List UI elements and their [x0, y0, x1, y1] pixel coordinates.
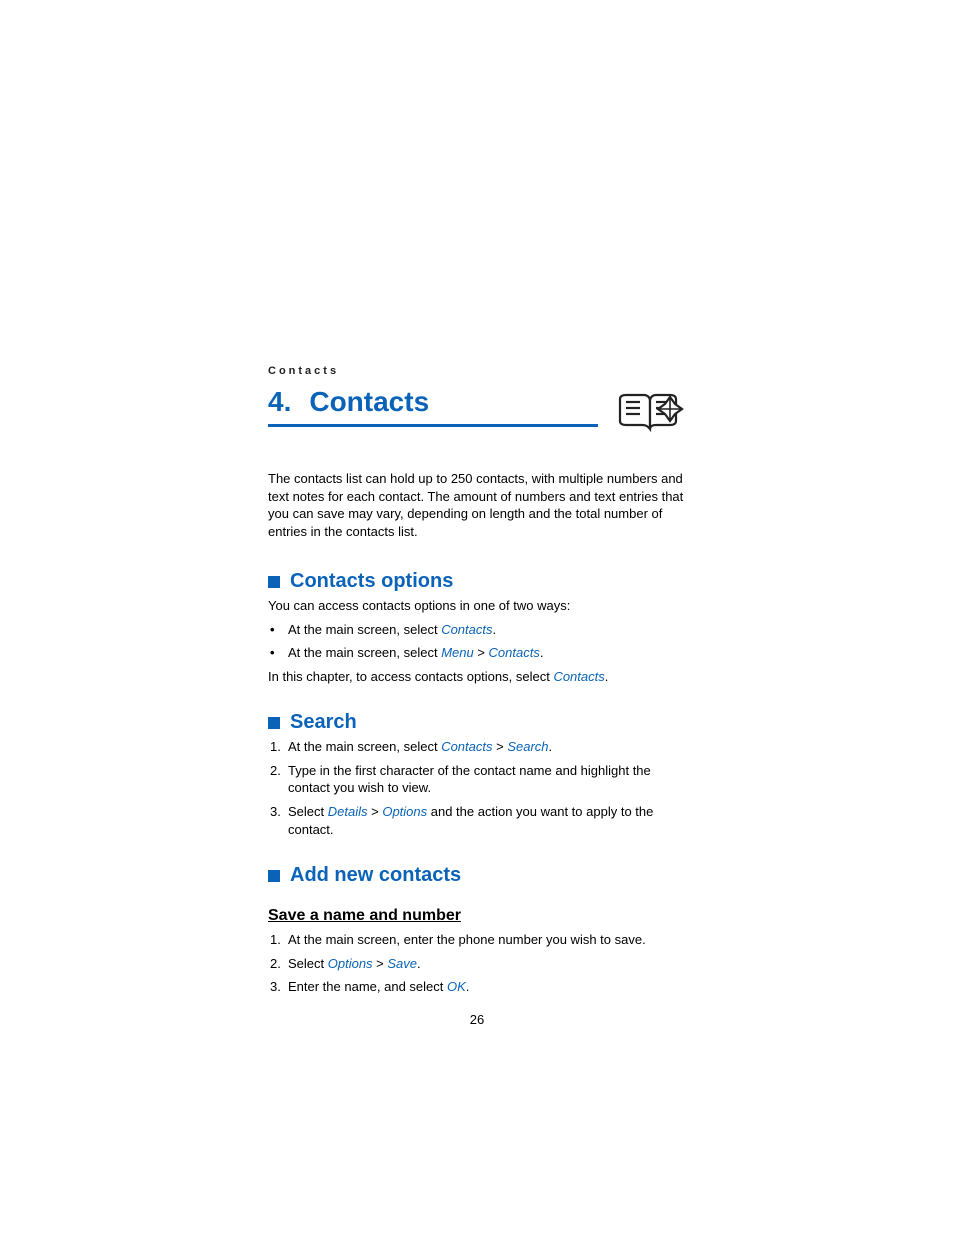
list-item: • At the main screen, select Contacts.	[270, 621, 686, 639]
section-title: Search	[290, 711, 357, 734]
section-bullet-icon	[268, 717, 280, 729]
bullet-marker: •	[270, 644, 288, 662]
chapter-title-text: Contacts	[309, 386, 429, 417]
section-bullet-icon	[268, 576, 280, 588]
chapter-title: 4. Contacts	[268, 387, 614, 418]
section-title: Contacts options	[290, 570, 453, 593]
list-item-text: At the main screen, enter the phone numb…	[288, 931, 646, 949]
contacts-options-bullets: • At the main screen, select Contacts. •…	[268, 621, 686, 662]
section-header-contacts-options: Contacts options	[268, 570, 686, 593]
term-save: Save	[387, 956, 417, 971]
list-item-text: At the main screen, select Menu > Contac…	[288, 644, 543, 662]
list-item-text: At the main screen, select Contacts.	[288, 621, 496, 639]
step-number: 1.	[270, 931, 288, 949]
section-lead-text: You can access contacts options in one o…	[268, 597, 686, 615]
section-header-add-new-contacts: Add new contacts	[268, 864, 686, 887]
list-item: 1. At the main screen, select Contacts >…	[270, 738, 686, 756]
term-search: Search	[507, 739, 548, 754]
list-item: 1. At the main screen, enter the phone n…	[270, 931, 686, 949]
section-tail-text: In this chapter, to access contacts opti…	[268, 668, 686, 686]
list-item-text: Enter the name, and select OK.	[288, 978, 469, 996]
term-options: Options	[328, 956, 373, 971]
term-details: Details	[328, 804, 368, 819]
chapter-rule	[268, 424, 598, 427]
page-number: 26	[268, 1012, 686, 1027]
list-item: • At the main screen, select Menu > Cont…	[270, 644, 686, 662]
term-ok: OK	[447, 979, 466, 994]
list-item: 2. Select Options > Save.	[270, 955, 686, 973]
step-number: 3.	[270, 978, 288, 996]
list-item: 3. Enter the name, and select OK.	[270, 978, 686, 996]
list-item: 3. Select Details > Options and the acti…	[270, 803, 686, 838]
section-header-search: Search	[268, 711, 686, 734]
section-title: Add new contacts	[290, 864, 461, 887]
intro-paragraph: The contacts list can hold up to 250 con…	[268, 470, 686, 540]
step-number: 2.	[270, 955, 288, 973]
running-head: Contacts	[268, 365, 686, 377]
section-bullet-icon	[268, 870, 280, 882]
term-contacts: Contacts	[441, 739, 492, 754]
list-item-text: At the main screen, select Contacts > Se…	[288, 738, 552, 756]
term-menu: Menu	[441, 645, 474, 660]
list-item-text: Select Options > Save.	[288, 955, 421, 973]
term-options: Options	[382, 804, 427, 819]
bullet-marker: •	[270, 621, 288, 639]
contacts-book-icon	[614, 391, 686, 440]
step-number: 1.	[270, 738, 288, 756]
step-number: 3.	[270, 803, 288, 838]
list-item: 2. Type in the first character of the co…	[270, 762, 686, 797]
term-contacts: Contacts	[441, 622, 492, 637]
list-item-text: Select Details > Options and the action …	[288, 803, 686, 838]
subsection-title: Save a name and number	[268, 907, 686, 925]
search-steps: 1. At the main screen, select Contacts >…	[268, 738, 686, 838]
save-name-number-steps: 1. At the main screen, enter the phone n…	[268, 931, 686, 996]
term-contacts: Contacts	[489, 645, 540, 660]
term-contacts: Contacts	[553, 669, 604, 684]
step-number: 2.	[270, 762, 288, 797]
chapter-number: 4.	[268, 387, 291, 418]
list-item-text: Type in the first character of the conta…	[288, 762, 686, 797]
